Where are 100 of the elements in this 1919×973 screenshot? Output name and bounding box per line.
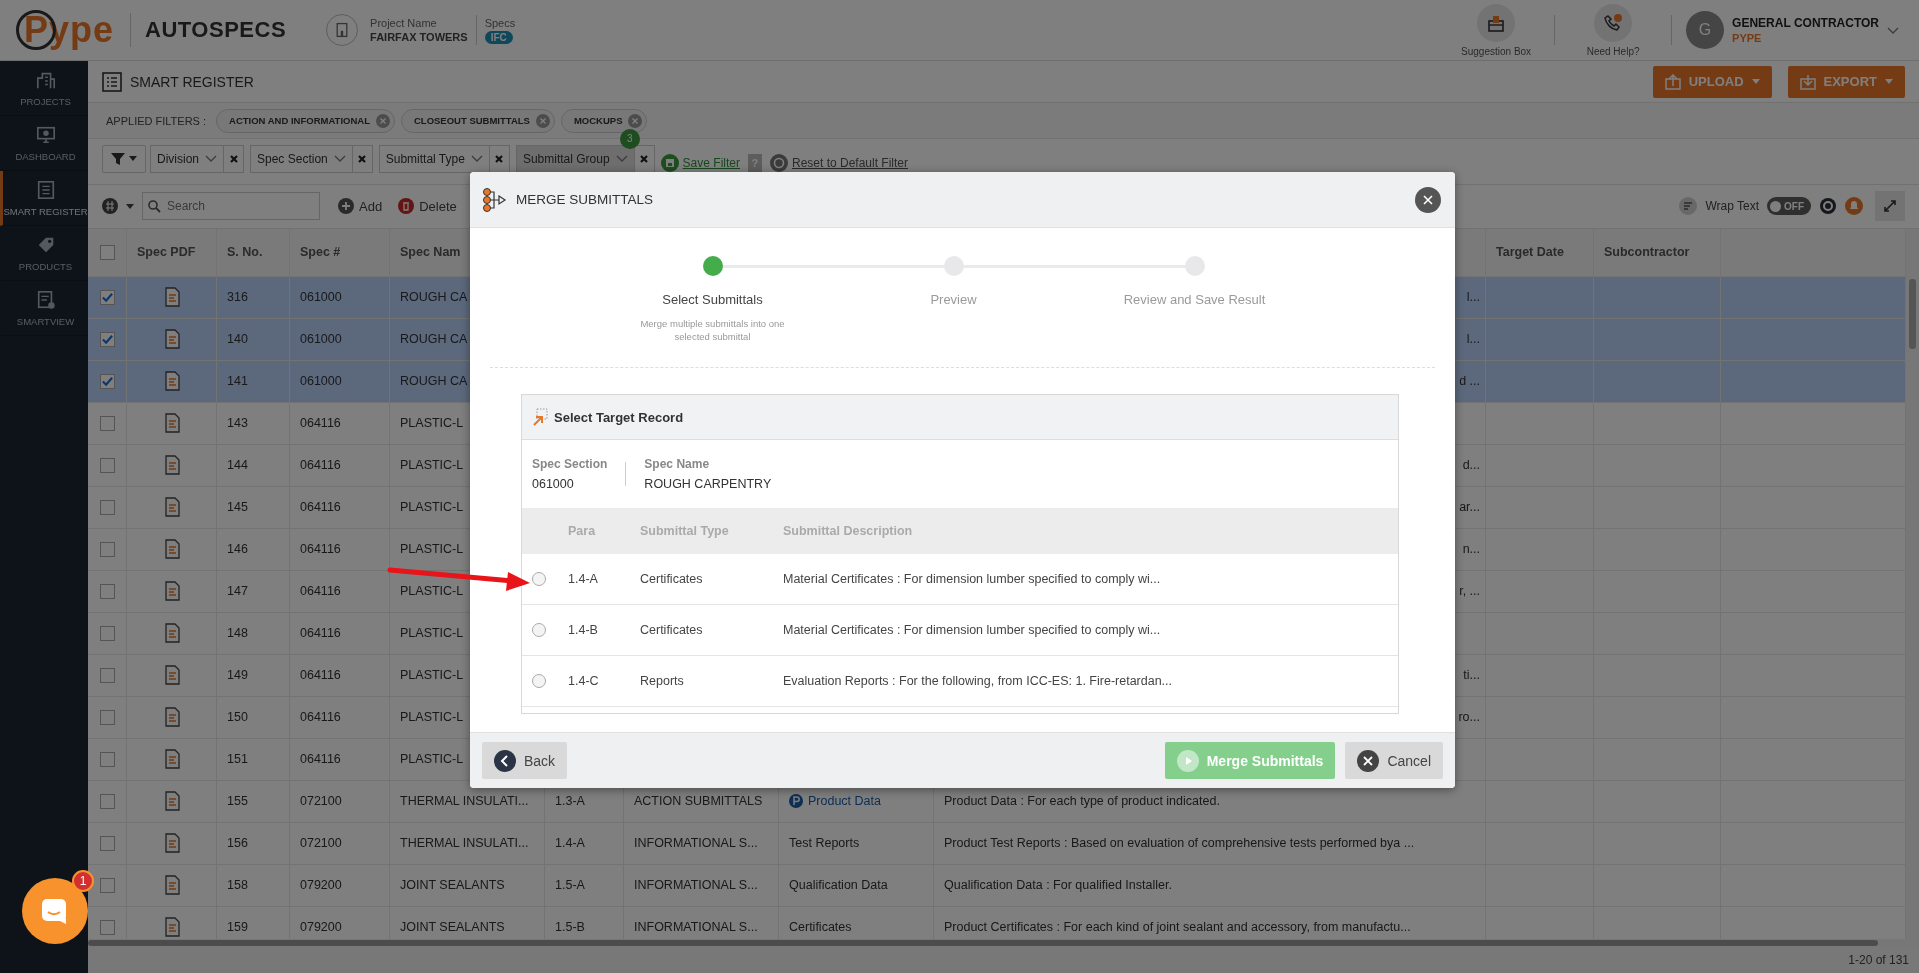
- horizontal-scrollbar[interactable]: [88, 938, 1919, 947]
- filter-chip[interactable]: MOCKUPS: [560, 108, 648, 133]
- remove-icon[interactable]: [628, 113, 643, 128]
- checkbox[interactable]: [99, 793, 115, 809]
- checkbox[interactable]: [99, 667, 115, 683]
- checkbox[interactable]: [99, 499, 115, 515]
- document-icon[interactable]: [162, 539, 181, 560]
- upload-icon: [1664, 73, 1681, 90]
- table-cell: 079200: [290, 864, 390, 906]
- document-icon[interactable]: [162, 917, 181, 938]
- cancel-button[interactable]: Cancel: [1345, 742, 1443, 779]
- header-action[interactable]: Need Help?: [1563, 3, 1664, 57]
- document-icon[interactable]: [162, 413, 181, 434]
- table-cell: 141: [217, 360, 290, 402]
- filter-dropdown[interactable]: Division: [150, 144, 224, 173]
- table-cell-text: 1.4-B: [568, 623, 599, 637]
- toggle-switch[interactable]: OFF: [1767, 197, 1811, 216]
- dialog-title: MERGE SUBMITTALS: [516, 192, 655, 207]
- grid-icon[interactable]: [102, 198, 118, 215]
- filter-dropdown[interactable]: Submittal Group: [515, 144, 635, 173]
- cursor-icon: [532, 408, 548, 426]
- settings-icon[interactable]: [1819, 197, 1837, 216]
- expand-button[interactable]: [1875, 191, 1905, 222]
- close-button[interactable]: [1415, 186, 1441, 213]
- table-cell-text: Certificates: [640, 572, 704, 586]
- checkbox[interactable]: [99, 709, 115, 725]
- add-button[interactable]: Add: [334, 198, 387, 215]
- radio-button[interactable]: [532, 572, 546, 586]
- filter-button[interactable]: [102, 144, 146, 173]
- filter-chip[interactable]: ACTION AND INFORMATIONAL: [216, 108, 395, 133]
- table-cell: 1.5-A: [545, 864, 624, 906]
- remove-icon[interactable]: [535, 113, 550, 128]
- vertical-scrollbar[interactable]: [1906, 228, 1919, 939]
- radio-button[interactable]: [532, 623, 546, 637]
- play-icon: [1176, 749, 1199, 772]
- document-icon[interactable]: [162, 707, 181, 728]
- company-name: PYPE: [1732, 32, 1763, 44]
- checkbox[interactable]: [99, 625, 115, 641]
- product-data-link[interactable]: Product Data: [789, 794, 881, 809]
- specs-label: Specs: [484, 16, 516, 29]
- header-action[interactable]: Suggestion Box: [1446, 3, 1547, 57]
- document-icon[interactable]: [162, 749, 181, 770]
- step-hint: Merge multiple submittals into one selected submittal: [639, 317, 786, 343]
- table-cell: 064116: [290, 528, 390, 570]
- document-icon[interactable]: [162, 455, 181, 476]
- filter-dropdown[interactable]: Spec Section: [250, 144, 353, 173]
- filter-chip[interactable]: CLOSEOUT SUBMITTALS: [400, 108, 555, 133]
- search-field[interactable]: Search: [142, 192, 320, 221]
- checkbox[interactable]: [99, 244, 115, 260]
- checkbox[interactable]: [99, 919, 115, 935]
- remove-button[interactable]: [489, 144, 510, 173]
- remove-icon[interactable]: [375, 113, 390, 128]
- delete-button[interactable]: Delete: [394, 198, 461, 215]
- document-icon[interactable]: [162, 791, 181, 812]
- step-label: Select Submittals: [662, 292, 763, 307]
- table-cell: 064116: [290, 696, 390, 738]
- list-icon: [102, 71, 122, 92]
- document-icon[interactable]: [162, 329, 181, 350]
- table-cell-text: 1.4-A: [568, 572, 599, 586]
- document-icon[interactable]: [162, 623, 181, 644]
- checkbox[interactable]: [99, 835, 115, 851]
- table-cell: 147: [217, 570, 290, 612]
- checkbox[interactable]: [99, 289, 115, 305]
- checkbox[interactable]: [99, 457, 115, 473]
- step-label: Review and Save Result: [1123, 292, 1266, 307]
- back-button[interactable]: Back: [482, 742, 568, 779]
- specs-badge: IFC: [484, 30, 513, 44]
- close-icon: [639, 153, 650, 164]
- document-icon[interactable]: [162, 875, 181, 896]
- upload-button[interactable]: UPLOAD: [1652, 65, 1772, 98]
- checkbox[interactable]: [99, 331, 115, 347]
- bell-icon[interactable]: [1845, 197, 1863, 216]
- document-icon[interactable]: [162, 665, 181, 686]
- table-cell: 064116: [290, 402, 390, 444]
- table-cell: 316: [217, 276, 290, 318]
- table-cell: INFORMATIONAL S...: [624, 864, 779, 906]
- document-icon[interactable]: [162, 497, 181, 518]
- checkbox[interactable]: [99, 877, 115, 893]
- export-button[interactable]: EXPORT: [1787, 65, 1905, 98]
- field-value: ROUGH CARPENTRY: [644, 477, 772, 491]
- document-icon[interactable]: [162, 833, 181, 854]
- reset-filter-link[interactable]: Reset to Default Filter: [791, 155, 908, 170]
- checkbox[interactable]: [99, 415, 115, 431]
- checkbox[interactable]: [99, 583, 115, 599]
- project-name: FAIRFAX TOWERS: [370, 31, 468, 43]
- column-header: Spec #: [290, 228, 390, 276]
- checkbox[interactable]: [99, 751, 115, 767]
- table-cell: 156: [217, 822, 290, 864]
- document-icon[interactable]: [162, 581, 181, 602]
- table-cell: 064116: [290, 738, 390, 780]
- radio-button[interactable]: [532, 674, 546, 688]
- checkbox[interactable]: [99, 373, 115, 389]
- document-icon[interactable]: [162, 371, 181, 392]
- field-label: Spec Name: [644, 457, 711, 471]
- save-filter-link[interactable]: Save Filter: [682, 155, 740, 170]
- filter-dropdown[interactable]: Submittal Type: [378, 144, 490, 173]
- document-icon[interactable]: [162, 287, 181, 308]
- wrap-icon: [1679, 197, 1698, 216]
- checkbox[interactable]: [99, 541, 115, 557]
- table-cell: 151: [217, 738, 290, 780]
